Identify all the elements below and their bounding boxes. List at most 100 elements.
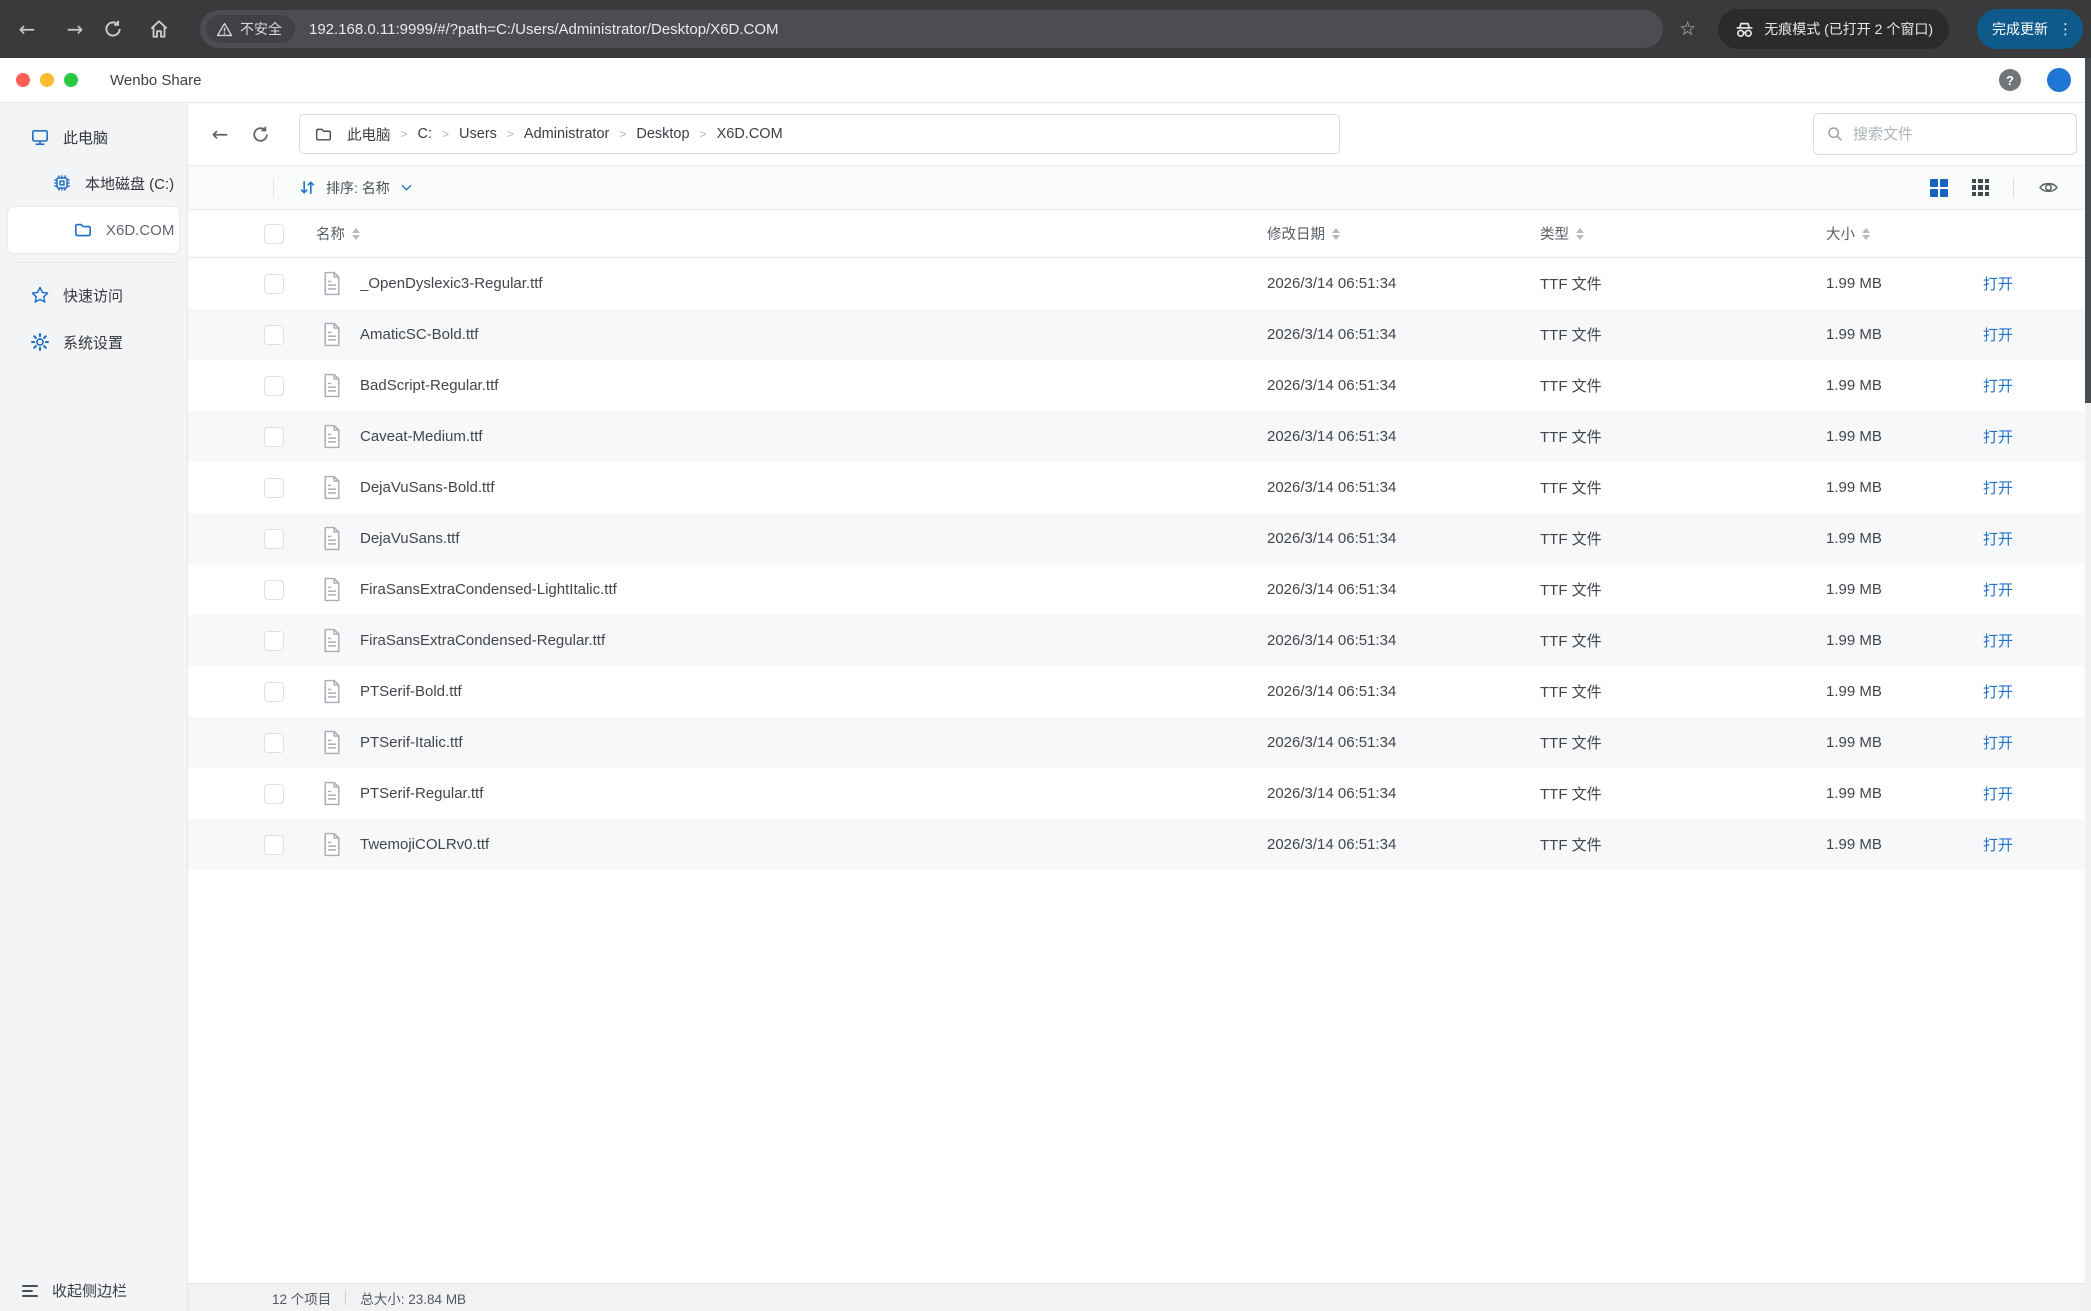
file-date: 2026/3/14 06:51:34 [1267,428,1540,445]
sort-arrows-icon [352,228,360,240]
sort-arrows-icon [1862,228,1870,240]
breadcrumb-item[interactable]: Administrator [524,126,609,142]
open-link[interactable]: 打开 [1983,426,2091,447]
column-header-date[interactable]: 修改日期 [1267,223,1540,244]
table-row[interactable]: DejaVuSans.ttf 2026/3/14 06:51:34 TTF 文件… [188,513,2091,564]
screen: ← → 不安全 192.168.0.11:9999/#/?path=C:/Use… [0,0,2091,1311]
row-checkbox[interactable] [264,682,284,702]
breadcrumb-item[interactable]: X6D.COM [717,126,783,142]
breadcrumb-item[interactable]: Desktop [636,126,689,142]
row-checkbox[interactable] [264,529,284,549]
column-header-size[interactable]: 大小 [1826,223,1983,244]
open-link[interactable]: 打开 [1983,732,2091,753]
row-checkbox[interactable] [264,325,284,345]
browser-refresh-icon[interactable] [102,18,130,40]
table-row[interactable]: Caveat-Medium.ttf 2026/3/14 06:51:34 TTF… [188,411,2091,462]
sort-bar: 排序: 名称 [188,165,2091,210]
row-checkbox[interactable] [264,580,284,600]
file-name: Caveat-Medium.ttf [360,428,1267,445]
security-chip[interactable]: 不安全 [206,15,295,43]
sidebar-item-this-pc[interactable]: 此电脑 [0,117,187,157]
row-checkbox[interactable] [264,274,284,294]
incognito-badge[interactable]: 无痕模式 (已打开 2 个窗口) [1718,9,1949,49]
help-button[interactable]: ? [1999,69,2021,91]
file-name: AmaticSC-Bold.ttf [360,326,1267,343]
open-link[interactable]: 打开 [1983,528,2091,549]
eye-icon[interactable] [2038,177,2059,198]
file-type: TTF 文件 [1540,375,1826,396]
sidebar-item-local-disk-c[interactable]: 本地磁盘 (C:) [0,163,187,203]
open-link[interactable]: 打开 [1983,681,2091,702]
row-checkbox[interactable] [264,835,284,855]
nav-refresh-icon[interactable] [248,124,272,145]
search-box[interactable] [1813,113,2077,155]
search-icon [1826,125,1844,143]
file-name: FiraSansExtraCondensed-LightItalic.ttf [360,581,1267,598]
open-link[interactable]: 打开 [1983,273,2091,294]
finish-update-button[interactable]: 完成更新 ⋮ [1977,9,2083,49]
table-row[interactable]: TwemojiCOLRv0.ttf 2026/3/14 06:51:34 TTF… [188,819,2091,870]
row-checkbox[interactable] [264,784,284,804]
file-size: 1.99 MB [1826,428,1983,445]
open-link[interactable]: 打开 [1983,783,2091,804]
empty-area [188,870,2091,1283]
scrollbar-track[interactable] [2085,58,2091,1311]
search-input[interactable] [1853,126,2064,143]
sort-updown-icon [298,178,317,197]
browser-home-icon[interactable] [148,18,176,40]
sidebar-item-label: X6D.COM [106,222,174,239]
open-link[interactable]: 打开 [1983,477,2091,498]
file-size: 1.99 MB [1826,479,1983,496]
table-row[interactable]: FiraSansExtraCondensed-LightItalic.ttf 2… [188,564,2091,615]
scrollbar-thumb[interactable] [2085,58,2091,403]
sidebar-item-label: 系统设置 [63,332,123,353]
open-link[interactable]: 打开 [1983,579,2091,600]
window-zoom-button[interactable] [64,73,78,87]
column-header-name[interactable]: 名称 [316,223,1267,244]
window-minimize-button[interactable] [40,73,54,87]
row-checkbox[interactable] [264,631,284,651]
window-titlebar: Wenbo Share ? [0,58,2091,103]
address-bar[interactable]: 不安全 192.168.0.11:9999/#/?path=C:/Users/A… [200,10,1663,48]
file-icon [321,271,343,296]
row-checkbox[interactable] [264,733,284,753]
row-checkbox[interactable] [264,427,284,447]
sidebar-item-system-settings[interactable]: 系统设置 [0,322,187,362]
open-link[interactable]: 打开 [1983,324,2091,345]
row-checkbox[interactable] [264,478,284,498]
avatar[interactable] [2047,68,2071,92]
sidebar-item-x6d-com-selected[interactable]: X6D.COM [8,207,179,253]
sort-arrows-icon [1576,228,1584,240]
table-row[interactable]: DejaVuSans-Bold.ttf 2026/3/14 06:51:34 T… [188,462,2091,513]
row-checkbox[interactable] [264,376,284,396]
small-grid-view-icon[interactable] [1972,179,1989,196]
open-link[interactable]: 打开 [1983,630,2091,651]
nav-back-icon[interactable]: ← [208,122,232,146]
main-panel: ← 此电脑>C:>Users>Administrator>Desktop>X6D… [188,103,2091,1311]
sidebar-item-quick-access[interactable]: 快速访问 [0,275,187,315]
open-link[interactable]: 打开 [1983,834,2091,855]
bookmark-star-icon[interactable]: ☆ [1679,18,1696,40]
table-row[interactable]: FiraSansExtraCondensed-Regular.ttf 2026/… [188,615,2091,666]
collapse-sidebar-button[interactable]: 收起侧边栏 [22,1280,127,1301]
breadcrumb-bar[interactable]: 此电脑>C:>Users>Administrator>Desktop>X6D.C… [299,114,1340,154]
table-row[interactable]: _OpenDyslexic3-Regular.ttf 2026/3/14 06:… [188,258,2091,309]
table-row[interactable]: BadScript-Regular.ttf 2026/3/14 06:51:34… [188,360,2091,411]
breadcrumb-item[interactable]: C: [418,126,433,142]
table-row[interactable]: PTSerif-Bold.ttf 2026/3/14 06:51:34 TTF … [188,666,2091,717]
browser-menu-icon[interactable]: ⋮ [2058,22,2073,37]
large-grid-view-icon[interactable] [1930,179,1948,197]
window-close-button[interactable] [16,73,30,87]
table-row[interactable]: PTSerif-Italic.ttf 2026/3/14 06:51:34 TT… [188,717,2091,768]
browser-back-icon[interactable]: ← [13,17,41,41]
select-all-checkbox[interactable] [264,224,284,244]
open-link[interactable]: 打开 [1983,375,2091,396]
breadcrumb-item[interactable]: Users [459,126,497,142]
breadcrumb-item[interactable]: 此电脑 [347,124,391,145]
column-header-type[interactable]: 类型 [1540,223,1826,244]
table-row[interactable]: PTSerif-Regular.ttf 2026/3/14 06:51:34 T… [188,768,2091,819]
browser-forward-icon[interactable]: → [61,17,89,41]
file-size: 1.99 MB [1826,734,1983,751]
table-row[interactable]: AmaticSC-Bold.ttf 2026/3/14 06:51:34 TTF… [188,309,2091,360]
sort-dropdown[interactable]: 排序: 名称 [298,178,414,198]
